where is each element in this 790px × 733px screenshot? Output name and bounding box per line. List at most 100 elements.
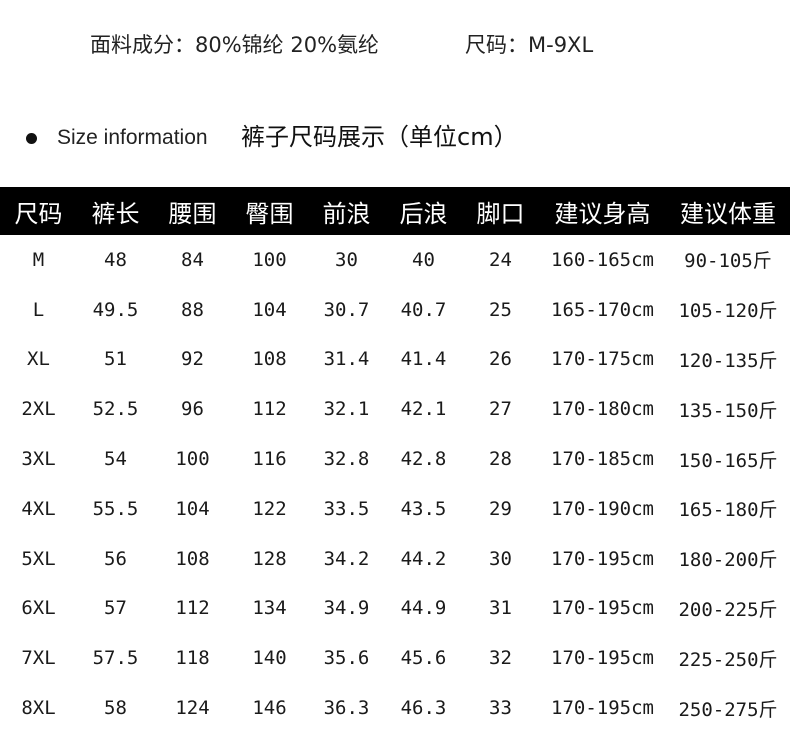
table-cell: 58 xyxy=(104,697,127,720)
size-cell: M xyxy=(32,248,45,271)
size-info-english: Size information xyxy=(57,126,208,149)
table-cell: 25 xyxy=(489,298,512,321)
table-cell: 170-195cm xyxy=(551,697,654,720)
table-cell: 128 xyxy=(252,547,287,570)
table-cell: 33.5 xyxy=(323,497,370,520)
table-cell: 170-195cm xyxy=(551,547,654,570)
table-cell: 84 xyxy=(181,248,204,271)
size-cell: 5XL xyxy=(21,547,56,570)
table-cell: 90-105斤 xyxy=(684,250,772,273)
column-header: 建议体重 xyxy=(666,187,790,235)
product-spec-line: 面料成分：80%锦纶 20%氨纶 尺码：M-9XL xyxy=(0,28,790,62)
table-cell: 40 xyxy=(412,248,435,271)
table-cell: 134 xyxy=(252,597,287,620)
table-cell: 116 xyxy=(252,448,287,471)
table-cell: 135-150斤 xyxy=(678,399,778,422)
table-cell: 170-185cm xyxy=(551,448,654,471)
table-cell: 92 xyxy=(181,348,204,371)
table-cell: 27 xyxy=(489,398,512,421)
table-cell: 108 xyxy=(252,348,287,371)
table-cell: 56 xyxy=(104,547,127,570)
table-cell: 42.8 xyxy=(400,448,447,471)
table-row: 4XL 55.5 104 122 33.5 43.5 29 170-190cm 165-180斤 xyxy=(0,484,790,534)
table-cell: 250-275斤 xyxy=(678,698,778,721)
table-cell: 57.5 xyxy=(92,647,139,670)
column-header: 脚口 xyxy=(462,187,539,235)
table-cell: 46.3 xyxy=(400,697,447,720)
table-cell: 120-135斤 xyxy=(678,349,778,372)
table-cell: 28 xyxy=(489,448,512,471)
table-cell: 170-175cm xyxy=(551,348,654,371)
size-cell: 7XL xyxy=(21,647,56,670)
table-cell: 104 xyxy=(175,497,210,520)
table-cell: 180-200斤 xyxy=(678,549,778,572)
column-header: 后浪 xyxy=(385,187,462,235)
table-cell: 57 xyxy=(104,597,127,620)
table-cell: 31 xyxy=(489,597,512,620)
table-cell: 33 xyxy=(489,697,512,720)
table-cell: 44.2 xyxy=(400,547,447,570)
table-row: XL 51 92 108 31.4 41.4 26 170-175cm 120-135斤 xyxy=(0,335,790,385)
table-cell: 30.7 xyxy=(323,298,370,321)
table-row: 6XL 57 112 134 34.9 44.9 31 170-195cm 200-225斤 xyxy=(0,584,790,634)
table-cell: 165-170cm xyxy=(551,298,654,321)
table-cell: 36.3 xyxy=(323,697,370,720)
table-cell: 55.5 xyxy=(92,497,139,520)
table-row: M 48 84 100 30 40 24 160-165cm 90-105斤 xyxy=(0,235,790,285)
table-cell: 96 xyxy=(181,398,204,421)
fabric-composition: 面料成分：80%锦纶 20%氨纶 xyxy=(90,33,380,57)
table-cell: 225-250斤 xyxy=(678,648,778,671)
table-row: 3XL 54 100 116 32.8 42.8 28 170-185cm 150-165斤 xyxy=(0,434,790,484)
table-cell: 52.5 xyxy=(92,398,139,421)
table-cell: 160-165cm xyxy=(551,248,654,271)
table-cell: 170-190cm xyxy=(551,497,654,520)
table-header-row: 尺码 裤长 腰围 臀围 前浪 后浪 脚口 建议身高 建议体重 xyxy=(0,187,790,235)
column-header: 尺码 xyxy=(0,187,77,235)
table-cell: 35.6 xyxy=(323,647,370,670)
size-range: 尺码：M-9XL xyxy=(465,33,594,57)
table-cell: 150-165斤 xyxy=(678,449,778,472)
table-cell: 122 xyxy=(252,497,287,520)
table-cell: 42.1 xyxy=(400,398,447,421)
table-cell: 100 xyxy=(252,248,287,271)
table-cell: 108 xyxy=(175,547,210,570)
table-cell: 170-195cm xyxy=(551,647,654,670)
column-header: 裤长 xyxy=(77,187,154,235)
table-row: L 49.5 88 104 30.7 40.7 25 165-170cm 105-120斤 xyxy=(0,285,790,335)
table-cell: 54 xyxy=(104,448,127,471)
table-cell: 24 xyxy=(489,248,512,271)
table-cell: 45.6 xyxy=(400,647,447,670)
table-cell: 140 xyxy=(252,647,287,670)
table-cell: 124 xyxy=(175,697,210,720)
table-cell: 48 xyxy=(104,248,127,271)
size-cell: 2XL xyxy=(21,398,56,421)
table-cell: 30 xyxy=(335,248,358,271)
size-cell: L xyxy=(32,298,45,321)
size-cell: XL xyxy=(27,348,50,371)
table-cell: 49.5 xyxy=(92,298,139,321)
table-cell: 112 xyxy=(252,398,287,421)
table-cell: 32.8 xyxy=(323,448,370,471)
bullet-icon xyxy=(26,133,37,144)
table-cell: 41.4 xyxy=(400,348,447,371)
table-row: 5XL 56 108 128 34.2 44.2 30 170-195cm 180-200斤 xyxy=(0,534,790,584)
size-chart-table: 尺码 裤长 腰围 臀围 前浪 后浪 脚口 建议身高 建议体重 M 48 84 100 3… xyxy=(0,187,790,733)
table-row: 2XL 52.5 96 112 32.1 42.1 27 170-180cm 135-150斤 xyxy=(0,384,790,434)
table-row: 8XL 58 124 146 36.3 46.3 33 170-195cm 250-275斤 xyxy=(0,683,790,733)
table-cell: 170-195cm xyxy=(551,597,654,620)
table-cell: 51 xyxy=(104,348,127,371)
table-cell: 40.7 xyxy=(400,298,447,321)
column-header: 腰围 xyxy=(154,187,231,235)
table-cell: 32 xyxy=(489,647,512,670)
size-info-chinese: 裤子尺码展示（单位cm） xyxy=(241,123,518,151)
table-cell: 88 xyxy=(181,298,204,321)
table-cell: 34.9 xyxy=(323,597,370,620)
size-cell: 4XL xyxy=(21,497,56,520)
table-cell: 34.2 xyxy=(323,547,370,570)
table-cell: 146 xyxy=(252,697,287,720)
column-header: 前浪 xyxy=(308,187,385,235)
table-cell: 29 xyxy=(489,497,512,520)
table-cell: 112 xyxy=(175,597,210,620)
size-cell: 6XL xyxy=(21,597,56,620)
size-info-heading: Size information 裤子尺码展示（单位cm） xyxy=(0,118,790,158)
